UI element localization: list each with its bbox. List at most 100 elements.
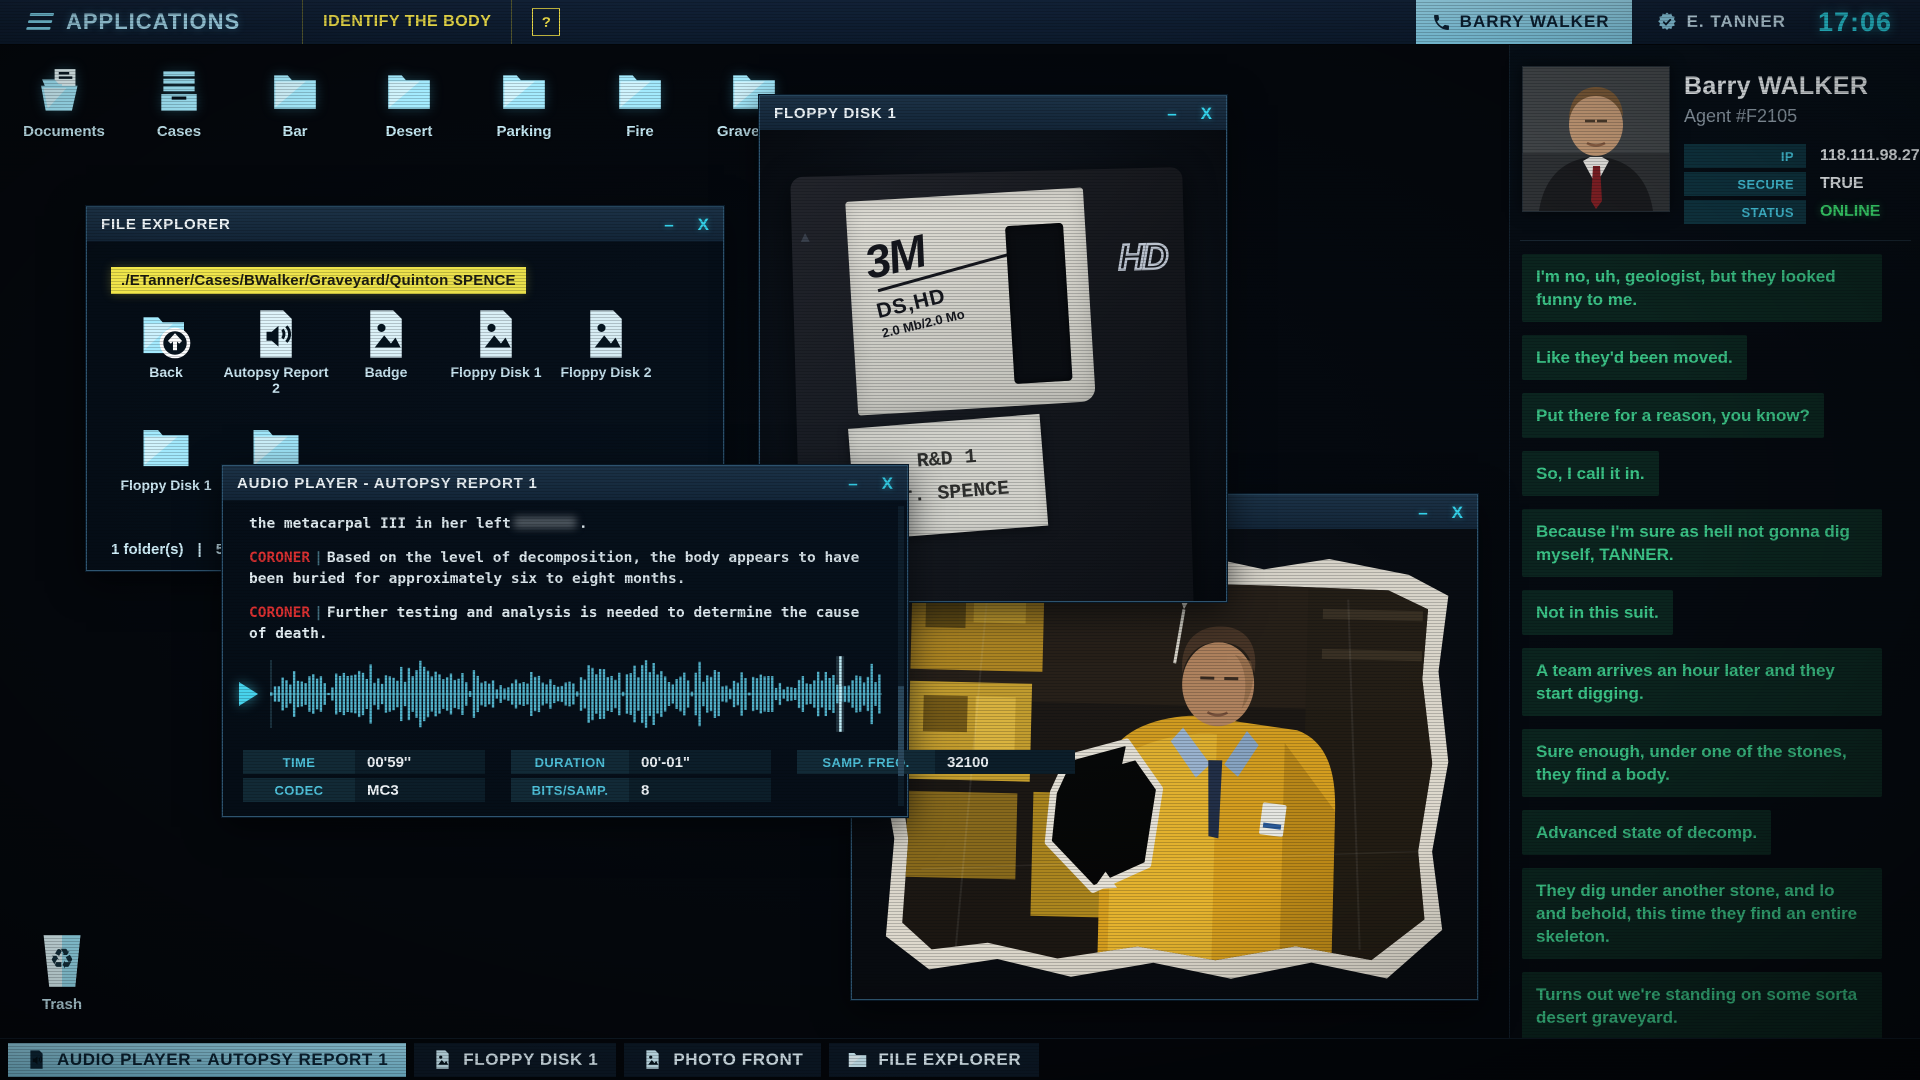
taskbar-item-icon [847,1049,868,1070]
audio-field: SAMP. FREQ. 32100 [797,750,1075,774]
floppy-disk-titlebar[interactable]: FLOPPY DISK 1 – X [760,96,1226,131]
minimize-button[interactable]: – [1167,105,1176,122]
minimize-button[interactable]: – [664,216,673,233]
caller-agent-id: Agent #F2105 [1684,106,1798,126]
window-title: FLOPPY DISK 1 [774,104,897,122]
desktop-icon-label: Desert [385,123,433,140]
chat-message: Sure enough, under one of the stones, th… [1522,729,1882,797]
chat-message: Like they'd been moved. [1522,335,1747,380]
chat-message: They dig under another stone, and lo and… [1522,868,1882,959]
file-icon [579,307,633,361]
trash-label: Trash [41,996,83,1013]
applications-menu[interactable]: APPLICATIONS [66,9,240,35]
file-item-label: Floppy Disk 1 [120,477,212,493]
field-label: BITS/SAMP. [511,778,629,802]
desktop-icon[interactable]: Fire [592,66,688,140]
folder-icon [150,66,208,116]
desktop-icon[interactable]: Desert [361,66,457,140]
transcript-text: Further testing and analysis is needed t… [249,605,860,642]
agent-tab-label: E. TANNER [1686,12,1786,31]
file-explorer-titlebar[interactable]: FILE EXPLORER – X [87,207,723,242]
sidebar-divider [1520,240,1911,241]
audio-field: TIME 00'59'' [243,750,485,774]
help-button[interactable]: ? [532,8,561,36]
disk-insert-arrow: ▲ [797,228,813,247]
info-value: TRUE [1820,175,1864,192]
folder-count: 1 folder(s) [111,541,184,558]
desktop-icon-label: Fire [626,123,654,140]
file-item-label: Autopsy Report 2 [223,364,329,396]
chat-message: I'm no, uh, geologist, but they looked f… [1522,254,1882,322]
system-clock: 17:06 [1817,6,1892,37]
file-item[interactable]: Badge [331,307,441,396]
speaker-label: CORONER [249,550,311,566]
field-value: MC3 [355,778,485,802]
folder-icon [35,66,93,116]
chat-message: Put there for a reason, you know? [1522,393,1824,438]
audio-fields-row: CODEC MC3 BITS/SAMP. 8 [243,778,771,802]
chat-message: Advanced state of decomp. [1522,810,1772,855]
transcript-scrollbar[interactable] [898,506,904,806]
trash-bin[interactable]: Trash [14,930,110,1013]
taskbar: AUDIO PLAYER - AUTOPSY REPORT 1 FLOPPY D… [0,1038,1920,1080]
file-icon [359,307,413,361]
transcript-text: Based on the level of decomposition, the… [249,550,860,587]
folder-icon [611,66,669,116]
taskbar-item-label: FILE EXPLORER [878,1049,1022,1069]
agent-tab-e-tanner[interactable]: E. TANNER [1632,11,1810,33]
file-item[interactable]: Floppy Disk 1 [441,307,551,396]
info-row: SECURE TRUE [1684,172,1920,196]
desktop-icon[interactable]: Bar [247,66,343,140]
desktop-icon-label: Parking [496,123,552,140]
caller-tab-barry-walker[interactable]: BARRY WALKER [1415,0,1632,44]
close-button[interactable]: X [882,475,893,492]
field-label: CODEC [243,778,355,802]
taskbar-item[interactable]: AUDIO PLAYER - AUTOPSY REPORT 1 [8,1042,407,1077]
taskbar-item-icon [432,1049,453,1070]
play-button[interactable] [239,682,258,706]
taskbar-item[interactable]: FLOPPY DISK 1 [414,1042,617,1077]
file-icon [139,307,193,361]
file-item-label: Floppy Disk 2 [560,364,652,380]
disk-label-line1: R&D 1 [915,445,978,474]
minimize-button[interactable]: – [1418,504,1427,521]
applications-menu-icon[interactable] [26,13,56,31]
chat-log[interactable]: I'm no, uh, geologist, but they looked f… [1522,254,1907,1066]
taskbar-item[interactable]: FILE EXPLORER [829,1042,1040,1077]
file-item[interactable]: Floppy Disk 1 [111,420,221,493]
top-menu-bar: APPLICATIONS IDENTIFY THE BODY ? BARRY W… [0,0,1920,45]
desktop-icon-label: Documents [23,123,105,140]
chat-message: Turns out we're standing on some sorta d… [1522,972,1882,1040]
folder-icon [495,66,553,116]
info-label: IP [1684,144,1806,168]
file-item-label: Badge [364,364,408,380]
disk-write-window [1005,222,1073,384]
info-value: ONLINE [1820,203,1881,220]
file-grid-row: Back Autopsy Report 2 Badge Floppy Disk … [111,307,661,396]
file-item[interactable]: Back [111,307,221,396]
transcript-line: the metacarpal III in her left. [249,516,588,532]
taskbar-item-icon [26,1049,47,1070]
objective-label: IDENTIFY THE BODY [323,13,492,30]
file-item-label: Floppy Disk 1 [450,364,542,380]
field-value: 00'59'' [355,750,485,774]
desktop-icon-label: Cases [156,123,202,140]
desktop-icon[interactable]: Cases [131,66,227,140]
audio-player-titlebar[interactable]: AUDIO PLAYER - AUTOPSY REPORT 1 – X [223,466,907,501]
info-label: STATUS [1684,200,1806,224]
minimize-button[interactable]: – [848,475,857,492]
field-value: 32100 [935,750,1075,774]
close-button[interactable]: X [1201,105,1212,122]
taskbar-item[interactable]: PHOTO FRONT [624,1042,822,1077]
desktop-icon[interactable]: Parking [476,66,572,140]
close-button[interactable]: X [698,216,709,233]
desktop-icon[interactable]: Documents [16,66,112,140]
file-item[interactable]: Floppy Disk 2 [551,307,661,396]
redacted-word [513,517,576,528]
close-button[interactable]: X [1452,504,1463,521]
audio-waveform[interactable] [270,656,882,732]
verified-badge-icon [1656,11,1678,33]
autopsy-transcript: the metacarpal III in her left. CORONER |… [249,514,861,658]
file-item[interactable]: Autopsy Report 2 [221,307,331,396]
audio-field: BITS/SAMP. 8 [511,778,771,802]
